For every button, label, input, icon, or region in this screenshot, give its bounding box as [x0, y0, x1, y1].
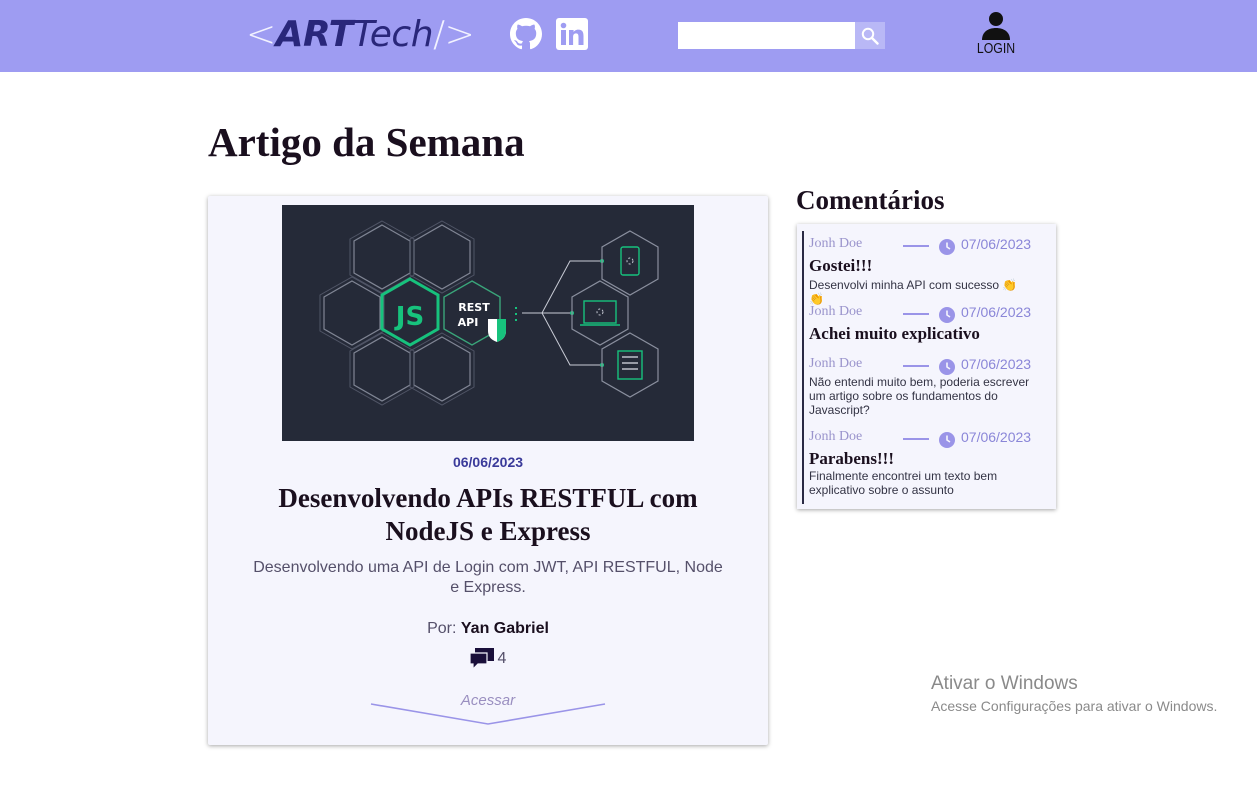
comments-icon [469, 648, 494, 670]
clock-icon [939, 307, 955, 323]
comments-panel: Jonh Doe 07/06/2023 Gostei!!! Desenvolvi… [797, 224, 1056, 509]
comment-date: 07/06/2023 [961, 236, 1032, 252]
comment-body: Não entendi muito bem, poderia escrever … [809, 375, 1030, 417]
watermark-title: Ativar o Windows [931, 673, 1078, 694]
comment-title: Gostei!!! [809, 256, 873, 275]
access-link[interactable]: Acessar [368, 690, 608, 730]
clock-icon [939, 359, 955, 375]
article-title[interactable]: Desenvolvendo APIs RESTFUL com NodeJS e … [248, 482, 728, 548]
comment-user: Jonh Doe [809, 236, 863, 251]
comment-count-value: 4 [497, 650, 507, 667]
login-label: LOGIN [976, 40, 1016, 57]
js-logo-text: JS [394, 302, 424, 332]
login-button[interactable]: LOGIN [970, 10, 1022, 62]
article-thumbnail[interactable]: JS REST API [282, 205, 694, 441]
article-description: Desenvolvendo uma API de Login com JWT, … [253, 559, 723, 596]
article-card: JS REST API 06/06/2023 Desenvolvendo API… [208, 196, 768, 745]
comment-count: 4 [208, 648, 768, 670]
comment-item: Jonh Doe 07/06/2023 Parabens!!! Finalmen… [809, 429, 1044, 499]
logo-t: T [352, 14, 371, 55]
comment-divider [903, 313, 929, 315]
logo-open-bracket: < [246, 14, 276, 55]
nodejs-rest-api-illustration: JS REST API [319, 220, 659, 406]
logo-tech: ech [369, 14, 434, 55]
search-input[interactable] [678, 22, 855, 49]
comments-timeline-line [802, 231, 804, 504]
comment-body: Finalmente encontrei um texto bem explic… [809, 469, 998, 497]
comment-divider [903, 438, 929, 440]
article-author: Por: Yan Gabriel [208, 620, 768, 638]
comment-date: 07/06/2023 [961, 429, 1032, 445]
logo-art: ART [275, 14, 354, 55]
clock-icon [939, 239, 955, 255]
watermark-subtitle: Acesse Configurações para ativar o Windo… [931, 698, 1218, 714]
comment-date: 07/06/2023 [961, 304, 1032, 320]
comment-title: Parabens!!! [809, 449, 894, 468]
comment-divider [903, 245, 929, 247]
user-icon [982, 12, 1010, 40]
comment-user: Jonh Doe [809, 304, 863, 319]
comment-item: Jonh Doe 07/06/2023 Achei muito explicat… [809, 304, 1044, 346]
comment-user: Jonh Doe [809, 429, 863, 444]
github-icon[interactable] [510, 18, 542, 50]
logo-close-bracket: /> [433, 14, 475, 55]
comment-item: Jonh Doe 07/06/2023 Não entendi muito be… [809, 356, 1044, 417]
comment-item: Jonh Doe 07/06/2023 Gostei!!! Desenvolvi… [809, 236, 1044, 306]
artech-logo[interactable]: <ARTTech/> [246, 12, 475, 58]
author-prefix: Por: [427, 620, 457, 637]
comment-title: Achei muito explicativo [809, 324, 980, 343]
api-text: API [458, 316, 479, 329]
access-arrow-icon [370, 703, 606, 725]
rest-text: REST [458, 301, 490, 314]
top-navbar: <ARTTech/> LOGIN [0, 0, 1257, 72]
article-date: 06/06/2023 [452, 454, 524, 470]
linkedin-icon[interactable] [556, 18, 588, 50]
comments-title: Comentários [796, 185, 945, 215]
search-bar [678, 22, 885, 49]
comment-user: Jonh Doe [809, 356, 863, 371]
clock-icon [939, 432, 955, 448]
comment-divider [903, 365, 929, 367]
search-icon [861, 27, 879, 45]
search-button[interactable] [855, 22, 885, 49]
comment-body: Desenvolvi minha API com sucesso 👏 👏 [809, 278, 1018, 306]
comment-date: 07/06/2023 [961, 356, 1032, 372]
page-title: Artigo da Semana [208, 119, 525, 165]
windows-activation-watermark: Ativar o Windows Acesse Configurações pa… [931, 672, 1217, 716]
author-name: Yan Gabriel [460, 620, 549, 637]
